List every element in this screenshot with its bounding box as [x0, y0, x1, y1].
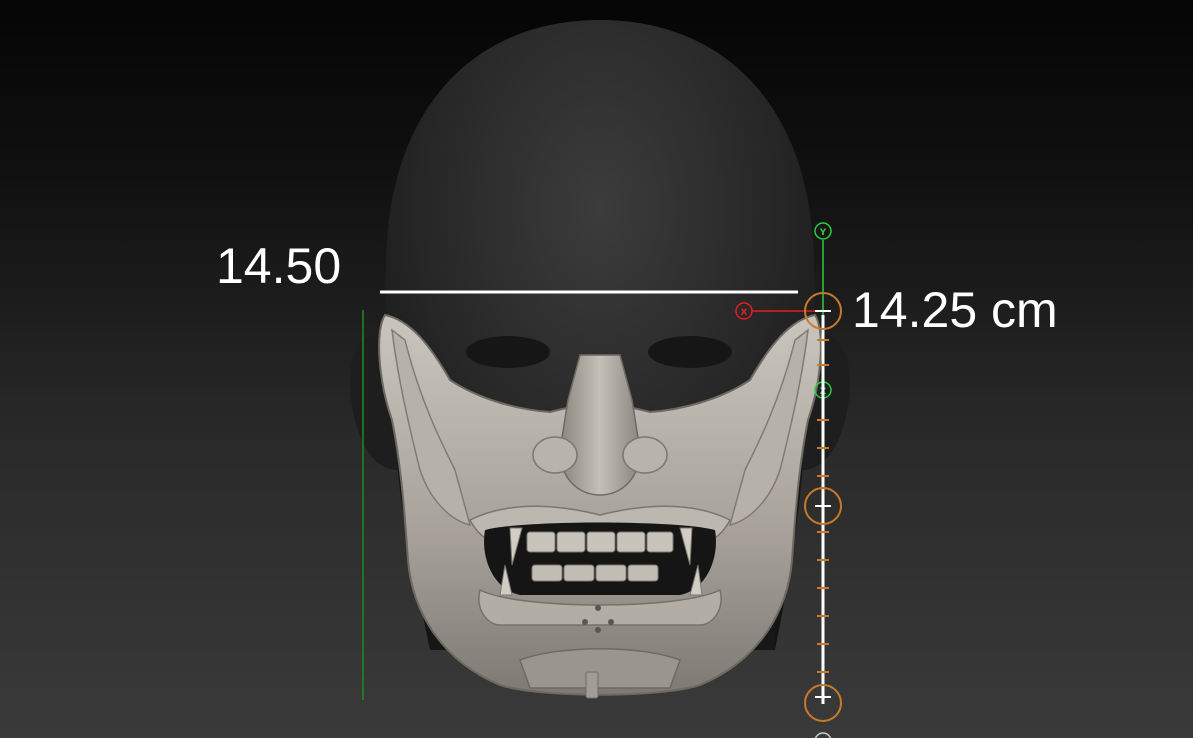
right-eye-socket [648, 336, 732, 368]
right-nostril [622, 436, 668, 474]
x-axis-label: X [741, 308, 748, 318]
scene-canvas[interactable]: Y X Z [0, 0, 1193, 738]
upper-teeth [526, 531, 674, 553]
3d-viewport[interactable]: Y X Z [0, 0, 1193, 738]
chin-plate [519, 648, 681, 689]
oni-mask[interactable] [378, 313, 822, 699]
gizmo-bottom-marker[interactable] [814, 732, 832, 738]
height-measurement-label: 14.25 cm [852, 282, 1058, 338]
width-measurement-label: 14.50 [216, 238, 342, 294]
left-eye-socket [466, 336, 550, 368]
chin-toggle [585, 671, 599, 699]
left-nostril [532, 436, 578, 474]
y-axis-marker[interactable]: Y [814, 222, 832, 240]
y-axis-label: Y [819, 228, 827, 238]
